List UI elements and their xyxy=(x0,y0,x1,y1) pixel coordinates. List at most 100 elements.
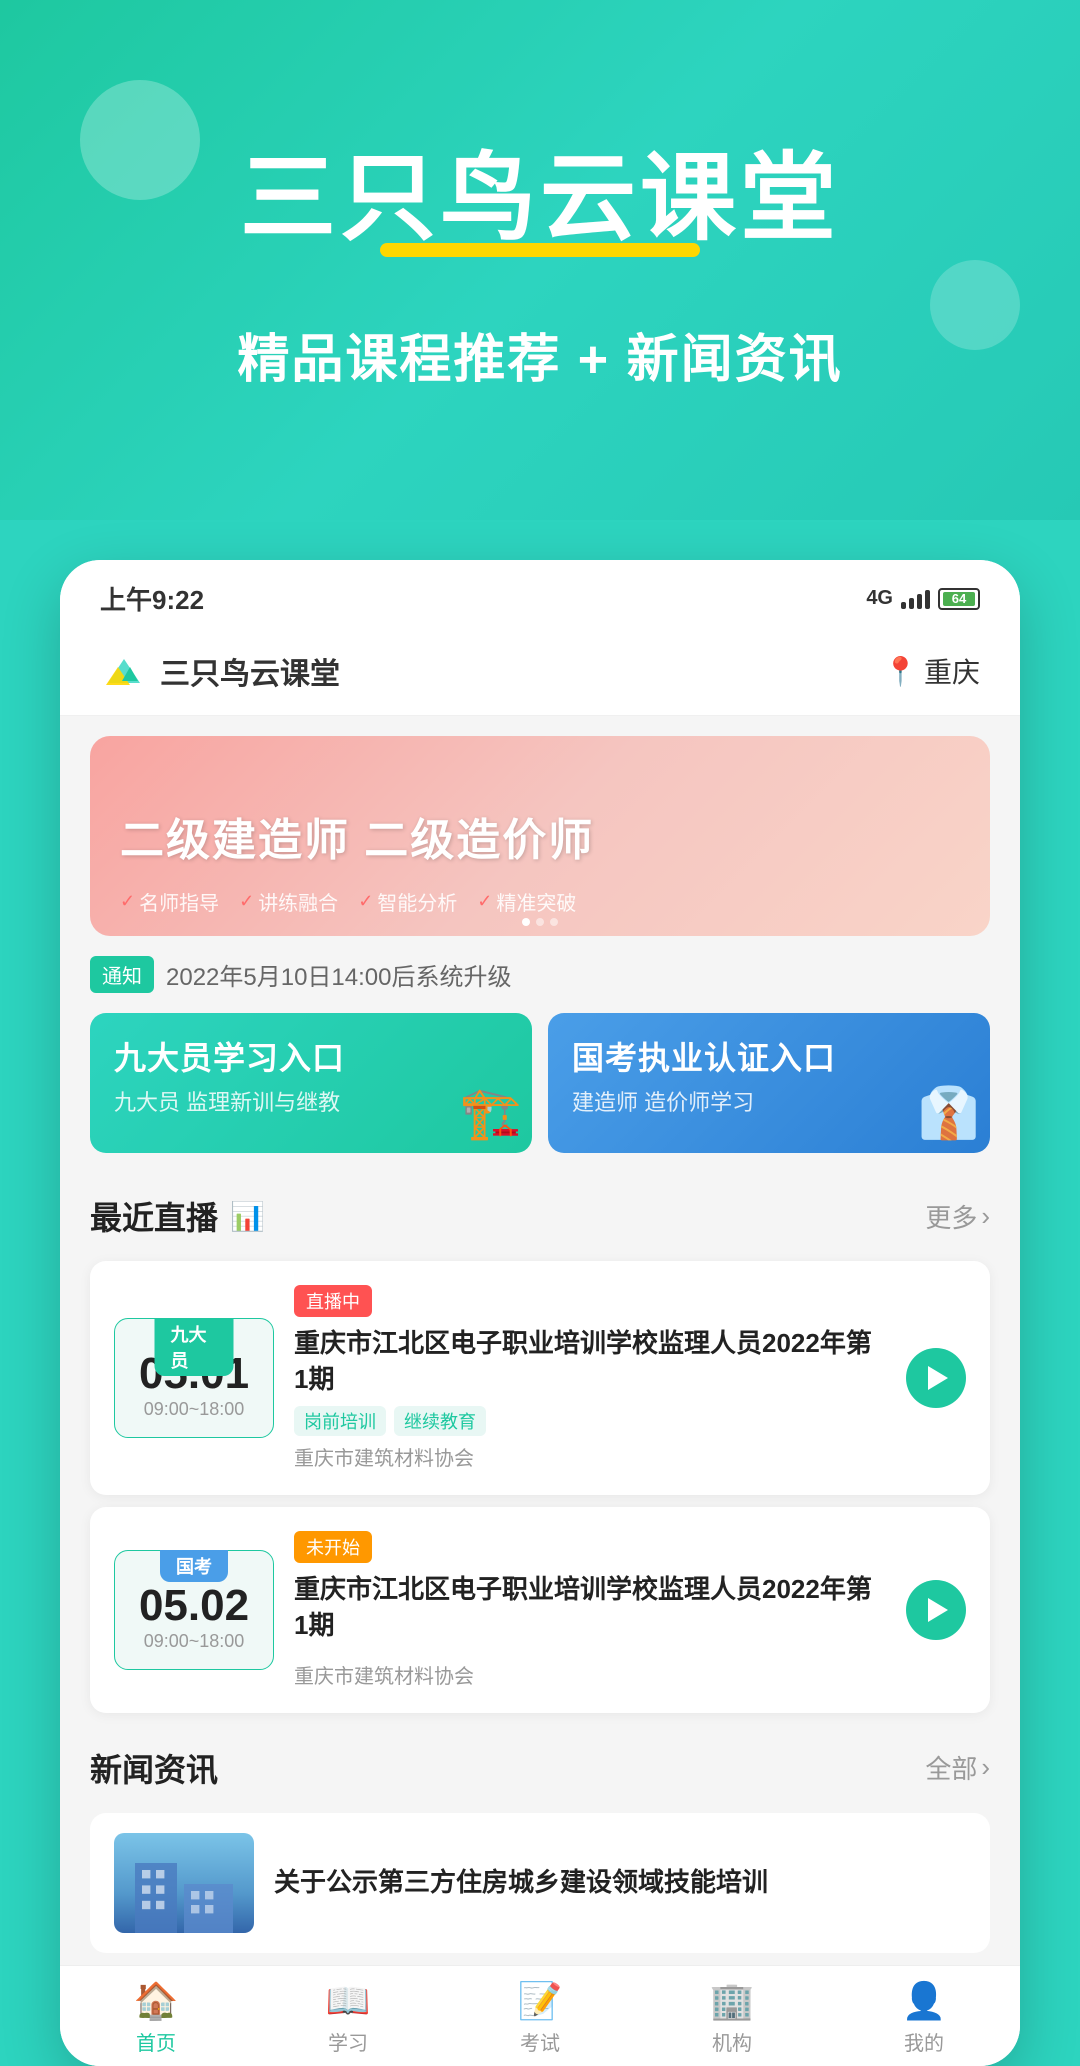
notice-bar: 通知 2022年5月10日14:00后系统升级 xyxy=(90,956,990,993)
news-all-link[interactable]: 全部 › xyxy=(925,1749,990,1786)
entry-card-right-title: 国考执业认证入口 建造师 造价师学习 xyxy=(572,1033,966,1117)
check-icon-1: ✓ xyxy=(120,891,135,912)
news-title-1: 关于公示第三方住房城乡建设领域技能培训 xyxy=(274,1863,966,1902)
dot-3 xyxy=(550,918,558,926)
live-title-text: 最近直播 xyxy=(90,1193,218,1239)
notice-badge: 通知 xyxy=(90,956,154,993)
entry-card-guokao[interactable]: 国考执业认证入口 建造师 造价师学习 👔 xyxy=(548,1013,990,1153)
location-button[interactable]: 📍 重庆 xyxy=(883,651,980,691)
battery-icon: 64 xyxy=(938,588,980,610)
live-date-box-1: 九大员 05.01 09:00~18:00 xyxy=(114,1318,274,1438)
live-tag-item-1: 岗前培训 xyxy=(294,1406,386,1436)
live-time-1: 09:00~18:00 xyxy=(144,1399,245,1420)
news-thumb-inner-1 xyxy=(114,1833,254,1933)
live-info-2: 未开始 重庆市江北区电子职业培训学校监理人员2022年第1期 重庆市建筑材料协会 xyxy=(294,1531,886,1689)
status-time: 上午9:22 xyxy=(100,580,204,617)
news-title-text: 新闻资讯 xyxy=(90,1745,218,1791)
entry-figure-right: 👔 xyxy=(918,1084,980,1143)
app-logo: 三只鸟云课堂 xyxy=(100,647,340,695)
study-icon: 📖 xyxy=(326,1980,371,2022)
nav-item-home[interactable]: 🏠 首页 xyxy=(60,1966,252,2066)
live-title-1: 重庆市江北区电子职业培训学校监理人员2022年第1期 xyxy=(294,1325,886,1398)
live-org-1: 重庆市建筑材料协会 xyxy=(294,1442,886,1471)
phone-mockup: 上午9:22 4G 64 xyxy=(60,560,1020,2066)
dot-1 xyxy=(522,918,530,926)
live-info-1: 直播中 重庆市江北区电子职业培训学校监理人员2022年第1期 岗前培训 继续教育… xyxy=(294,1285,886,1471)
promotion-banner[interactable]: 二级建造师 二级造价师 ✓ 名师指导 ✓ 讲练融合 ✓ 智能分析 xyxy=(90,736,990,936)
mine-icon: 👤 xyxy=(902,1980,947,2022)
play-button-1[interactable] xyxy=(906,1348,966,1408)
play-triangle-icon-2 xyxy=(928,1598,948,1622)
logo-icon xyxy=(100,647,148,695)
news-thumbnail-1 xyxy=(114,1833,254,1933)
status-icons: 4G 64 xyxy=(866,587,980,610)
news-content-1: 关于公示第三方住房城乡建设领域技能培训 xyxy=(274,1863,966,1902)
play-button-2[interactable] xyxy=(906,1580,966,1640)
live-date-box-2: 国考 05.02 09:00~18:00 xyxy=(114,1550,274,1670)
chevron-right-icon: › xyxy=(981,1201,990,1232)
bottom-nav: 🏠 首页 📖 学习 📝 考试 🏢 机构 👤 我的 xyxy=(60,1965,1020,2066)
check-icon-2: ✓ xyxy=(239,891,254,912)
location-pin-icon: 📍 xyxy=(883,655,918,688)
news-section-header: 新闻资讯 全部 › xyxy=(60,1725,1020,1801)
check-icon-3: ✓ xyxy=(358,891,373,912)
live-section-header: 最近直播 📊 更多 › xyxy=(60,1173,1020,1249)
entry-figure-left: 🏗️ xyxy=(460,1084,522,1143)
nav-label-home: 首页 xyxy=(136,2027,176,2056)
banner-tag-2: ✓ 讲练融合 xyxy=(239,887,338,916)
banner-title: 二级建造师 二级造价师 xyxy=(120,804,594,868)
org-icon: 🏢 xyxy=(710,1980,755,2022)
banner-tag-1: ✓ 名师指导 xyxy=(120,887,219,916)
play-triangle-icon-1 xyxy=(928,1366,948,1390)
hero-title: 三只鸟云课堂 xyxy=(60,120,1020,259)
live-title-2: 重庆市江北区电子职业培训学校监理人员2022年第1期 xyxy=(294,1571,886,1644)
banner-dots xyxy=(522,918,558,926)
nav-label-mine: 我的 xyxy=(904,2027,944,2056)
check-icon-4: ✓ xyxy=(477,891,492,912)
entry-card-left-title: 九大员学习入口 九大员 监理新训与继教 xyxy=(114,1033,508,1117)
live-status-1: 直播中 xyxy=(294,1285,372,1317)
chevron-right-icon-news: › xyxy=(981,1752,990,1783)
live-tag-2: 国考 xyxy=(160,1550,228,1582)
banner-content: 二级建造师 二级造价师 ✓ 名师指导 ✓ 讲练融合 ✓ 智能分析 xyxy=(120,804,594,868)
nav-item-study[interactable]: 📖 学习 xyxy=(252,1966,444,2066)
nav-item-exam[interactable]: 📝 考试 xyxy=(444,1966,636,2066)
chart-icon: 📊 xyxy=(230,1200,265,1233)
nav-label-study: 学习 xyxy=(328,2027,368,2056)
live-time-2: 09:00~18:00 xyxy=(144,1631,245,1652)
news-section-title: 新闻资讯 xyxy=(90,1745,218,1791)
app-header: 三只鸟云课堂 📍 重庆 xyxy=(60,627,1020,716)
hero-subtitle: 精品课程推荐 + 新闻资讯 xyxy=(60,317,1020,392)
nav-item-mine[interactable]: 👤 我的 xyxy=(828,1966,1020,2066)
banner-tag-4: ✓ 精准突破 xyxy=(477,887,576,916)
live-status-2: 未开始 xyxy=(294,1531,372,1563)
live-tags-1: 岗前培训 继续教育 xyxy=(294,1406,886,1436)
live-tag-1: 九大员 xyxy=(155,1318,234,1376)
hero-section: 三只鸟云课堂 精品课程推荐 + 新闻资讯 xyxy=(0,0,1080,520)
exam-icon: 📝 xyxy=(518,1980,563,2022)
notice-text: 2022年5月10日14:00后系统升级 xyxy=(166,957,512,992)
nav-label-exam: 考试 xyxy=(520,2027,560,2056)
live-org-2: 重庆市建筑材料协会 xyxy=(294,1660,886,1689)
banner-tags: ✓ 名师指导 ✓ 讲练融合 ✓ 智能分析 ✓ 精准突破 xyxy=(120,887,576,916)
home-icon: 🏠 xyxy=(134,1980,179,2022)
battery-level: 64 xyxy=(943,592,975,606)
phone-section: 上午9:22 4G 64 xyxy=(0,520,1080,2066)
live-card-2[interactable]: 国考 05.02 09:00~18:00 未开始 重庆市江北区电子职业培训学校监… xyxy=(90,1507,990,1713)
news-card-1[interactable]: 关于公示第三方住房城乡建设领域技能培训 xyxy=(90,1813,990,1953)
network-label: 4G xyxy=(866,587,893,610)
dot-2 xyxy=(536,918,544,926)
live-more-link[interactable]: 更多 › xyxy=(925,1198,990,1235)
live-card-1[interactable]: 九大员 05.01 09:00~18:00 直播中 重庆市江北区电子职业培训学校… xyxy=(90,1261,990,1495)
live-date-2: 05.02 xyxy=(139,1581,249,1631)
live-section-title: 最近直播 📊 xyxy=(90,1193,265,1239)
entry-card-jiudayuan[interactable]: 九大员学习入口 九大员 监理新训与继教 🏗️ xyxy=(90,1013,532,1153)
nav-item-org[interactable]: 🏢 机构 xyxy=(636,1966,828,2066)
nav-label-org: 机构 xyxy=(712,2027,752,2056)
hero-blob-2 xyxy=(930,260,1020,350)
app-name-label: 三只鸟云课堂 xyxy=(160,649,340,693)
location-label: 重庆 xyxy=(924,651,980,691)
entry-row: 九大员学习入口 九大员 监理新训与继教 🏗️ 国考执业认证入口 建造师 造价师学… xyxy=(90,1013,990,1153)
status-bar: 上午9:22 4G 64 xyxy=(60,560,1020,627)
banner-tag-3: ✓ 智能分析 xyxy=(358,887,457,916)
